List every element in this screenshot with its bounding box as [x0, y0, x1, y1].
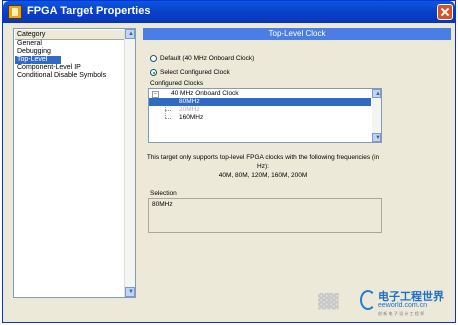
title-bar[interactable]: FPGA Target Properties — [3, 1, 455, 23]
configured-clocks-tree[interactable]: − 40 MHz Onboard Clock 80MHz 20MHz 160MH… — [148, 88, 382, 143]
radio-select-label: Select Configured Clock — [160, 69, 230, 76]
watermark-url: eeworld.com.cn — [378, 302, 428, 309]
tree-item-160mhz[interactable]: 160MHz — [149, 114, 371, 122]
chevron-up-icon: ▲ — [375, 91, 381, 97]
tree-item-20mhz[interactable]: 20MHz — [149, 106, 371, 114]
category-list[interactable]: Category General Debugging Top-Level Clo… — [13, 28, 136, 298]
selection-value: 80MHz — [152, 201, 173, 208]
eeworld-logo-icon — [360, 290, 376, 310]
tree-root-label: 40 MHz Onboard Clock — [171, 90, 239, 97]
close-button[interactable] — [437, 4, 453, 20]
tree-scroll-up-button[interactable]: ▲ — [372, 89, 381, 98]
info-text-line2: 40M, 80M, 120M, 160M, 200M — [218, 172, 308, 179]
tree-item-label: 160MHz — [179, 114, 204, 121]
category-header: Category — [15, 30, 127, 40]
scroll-down-button[interactable]: ▼ — [125, 287, 135, 297]
selection-label: Selection — [150, 190, 177, 197]
category-item-component-level-ip[interactable]: Component-Level IP — [15, 64, 127, 72]
category-scrollbar[interactable]: ▲ ▼ — [124, 29, 135, 297]
panel-header: Top-Level Clock — [143, 28, 451, 40]
chevron-up-icon: ▲ — [128, 31, 134, 37]
chevron-down-icon: ▼ — [375, 135, 381, 141]
tree-scrollbar[interactable]: ▲ ▼ — [372, 89, 381, 142]
category-item-general[interactable]: General — [15, 40, 127, 48]
chevron-down-icon: ▼ — [128, 289, 134, 295]
window-title: FPGA Target Properties — [27, 5, 151, 17]
watermark-gray-text: ▓▓ — [318, 294, 339, 310]
supported-frequencies-note: This target only supports top-level FPGA… — [143, 153, 383, 180]
collapse-icon[interactable]: − — [152, 91, 159, 98]
tree-scroll-down-button[interactable]: ▼ — [372, 133, 381, 142]
tree-item-label: 80MHz — [179, 98, 200, 105]
tree-item-80mhz[interactable]: 80MHz — [149, 98, 371, 106]
info-text-line1: This target only supports top-level FPGA… — [146, 154, 380, 170]
radio-button-select[interactable] — [150, 69, 157, 76]
tree-item-label: 20MHz — [179, 106, 200, 113]
dialog-window: FPGA Target Properties Category General … — [2, 0, 456, 323]
configured-clocks-label: Configured Clocks — [150, 80, 204, 87]
scroll-up-button[interactable]: ▲ — [125, 29, 135, 39]
settings-panel: Top-Level Clock Default (40 MHz Onboard … — [143, 28, 451, 298]
tree-root-row[interactable]: − 40 MHz Onboard Clock — [149, 90, 371, 98]
radio-button-default[interactable] — [150, 55, 157, 62]
category-item-top-level-clock[interactable]: Top-Level Clock — [15, 56, 61, 71]
watermark-subtitle: 创 新 电 子 设 计 工 程 师 — [378, 311, 425, 316]
category-item-debugging[interactable]: Debugging — [15, 48, 127, 56]
radio-default-label: Default (40 MHz Onboard Clock) — [160, 55, 255, 62]
watermark-logo: ▓▓ 电子工程世界 eeworld.com.cn 创 新 电 子 设 计 工 程… — [318, 288, 454, 320]
labview-app-icon — [8, 5, 22, 19]
selection-display: 80MHz — [148, 198, 382, 233]
category-item-conditional-disable-symbols[interactable]: Conditional Disable Symbols — [15, 72, 127, 80]
